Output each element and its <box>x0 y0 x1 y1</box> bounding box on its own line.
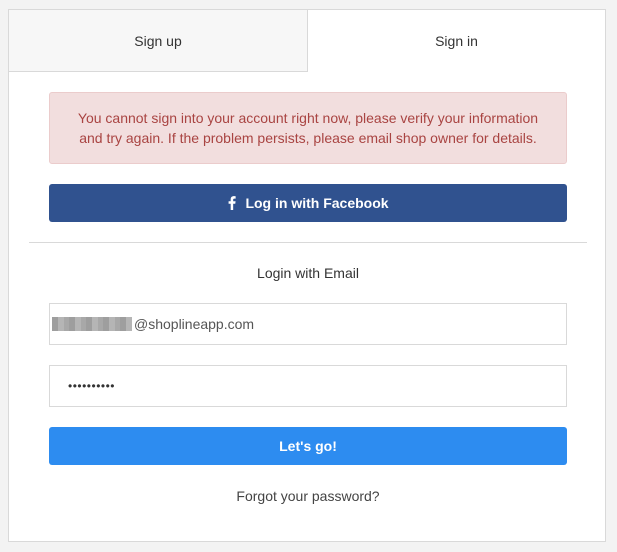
submit-button[interactable]: Let's go! <box>49 427 567 465</box>
divider <box>29 242 587 243</box>
tab-sign-up[interactable]: Sign up <box>9 10 308 72</box>
password-masked-value: •••••••••• <box>68 379 116 393</box>
login-panel: Sign up Sign in You cannot sign into you… <box>8 9 606 542</box>
forgot-password-link[interactable]: Forgot your password? <box>9 488 607 504</box>
auth-tabs: Sign up Sign in <box>9 10 605 72</box>
facebook-icon <box>227 196 237 210</box>
password-field[interactable]: •••••••••• <box>49 365 567 407</box>
error-alert: You cannot sign into your account right … <box>49 92 567 164</box>
facebook-login-button[interactable]: Log in with Facebook <box>49 184 567 222</box>
facebook-login-label: Log in with Facebook <box>245 195 389 211</box>
login-with-email-heading: Login with Email <box>257 265 359 281</box>
redacted-email-username <box>52 317 132 331</box>
email-field[interactable]: @shoplineapp.com <box>49 303 567 345</box>
tab-sign-in[interactable]: Sign in <box>308 10 605 72</box>
error-alert-message: You cannot sign into your account right … <box>77 110 539 146</box>
email-domain-text: @shoplineapp.com <box>134 316 255 332</box>
